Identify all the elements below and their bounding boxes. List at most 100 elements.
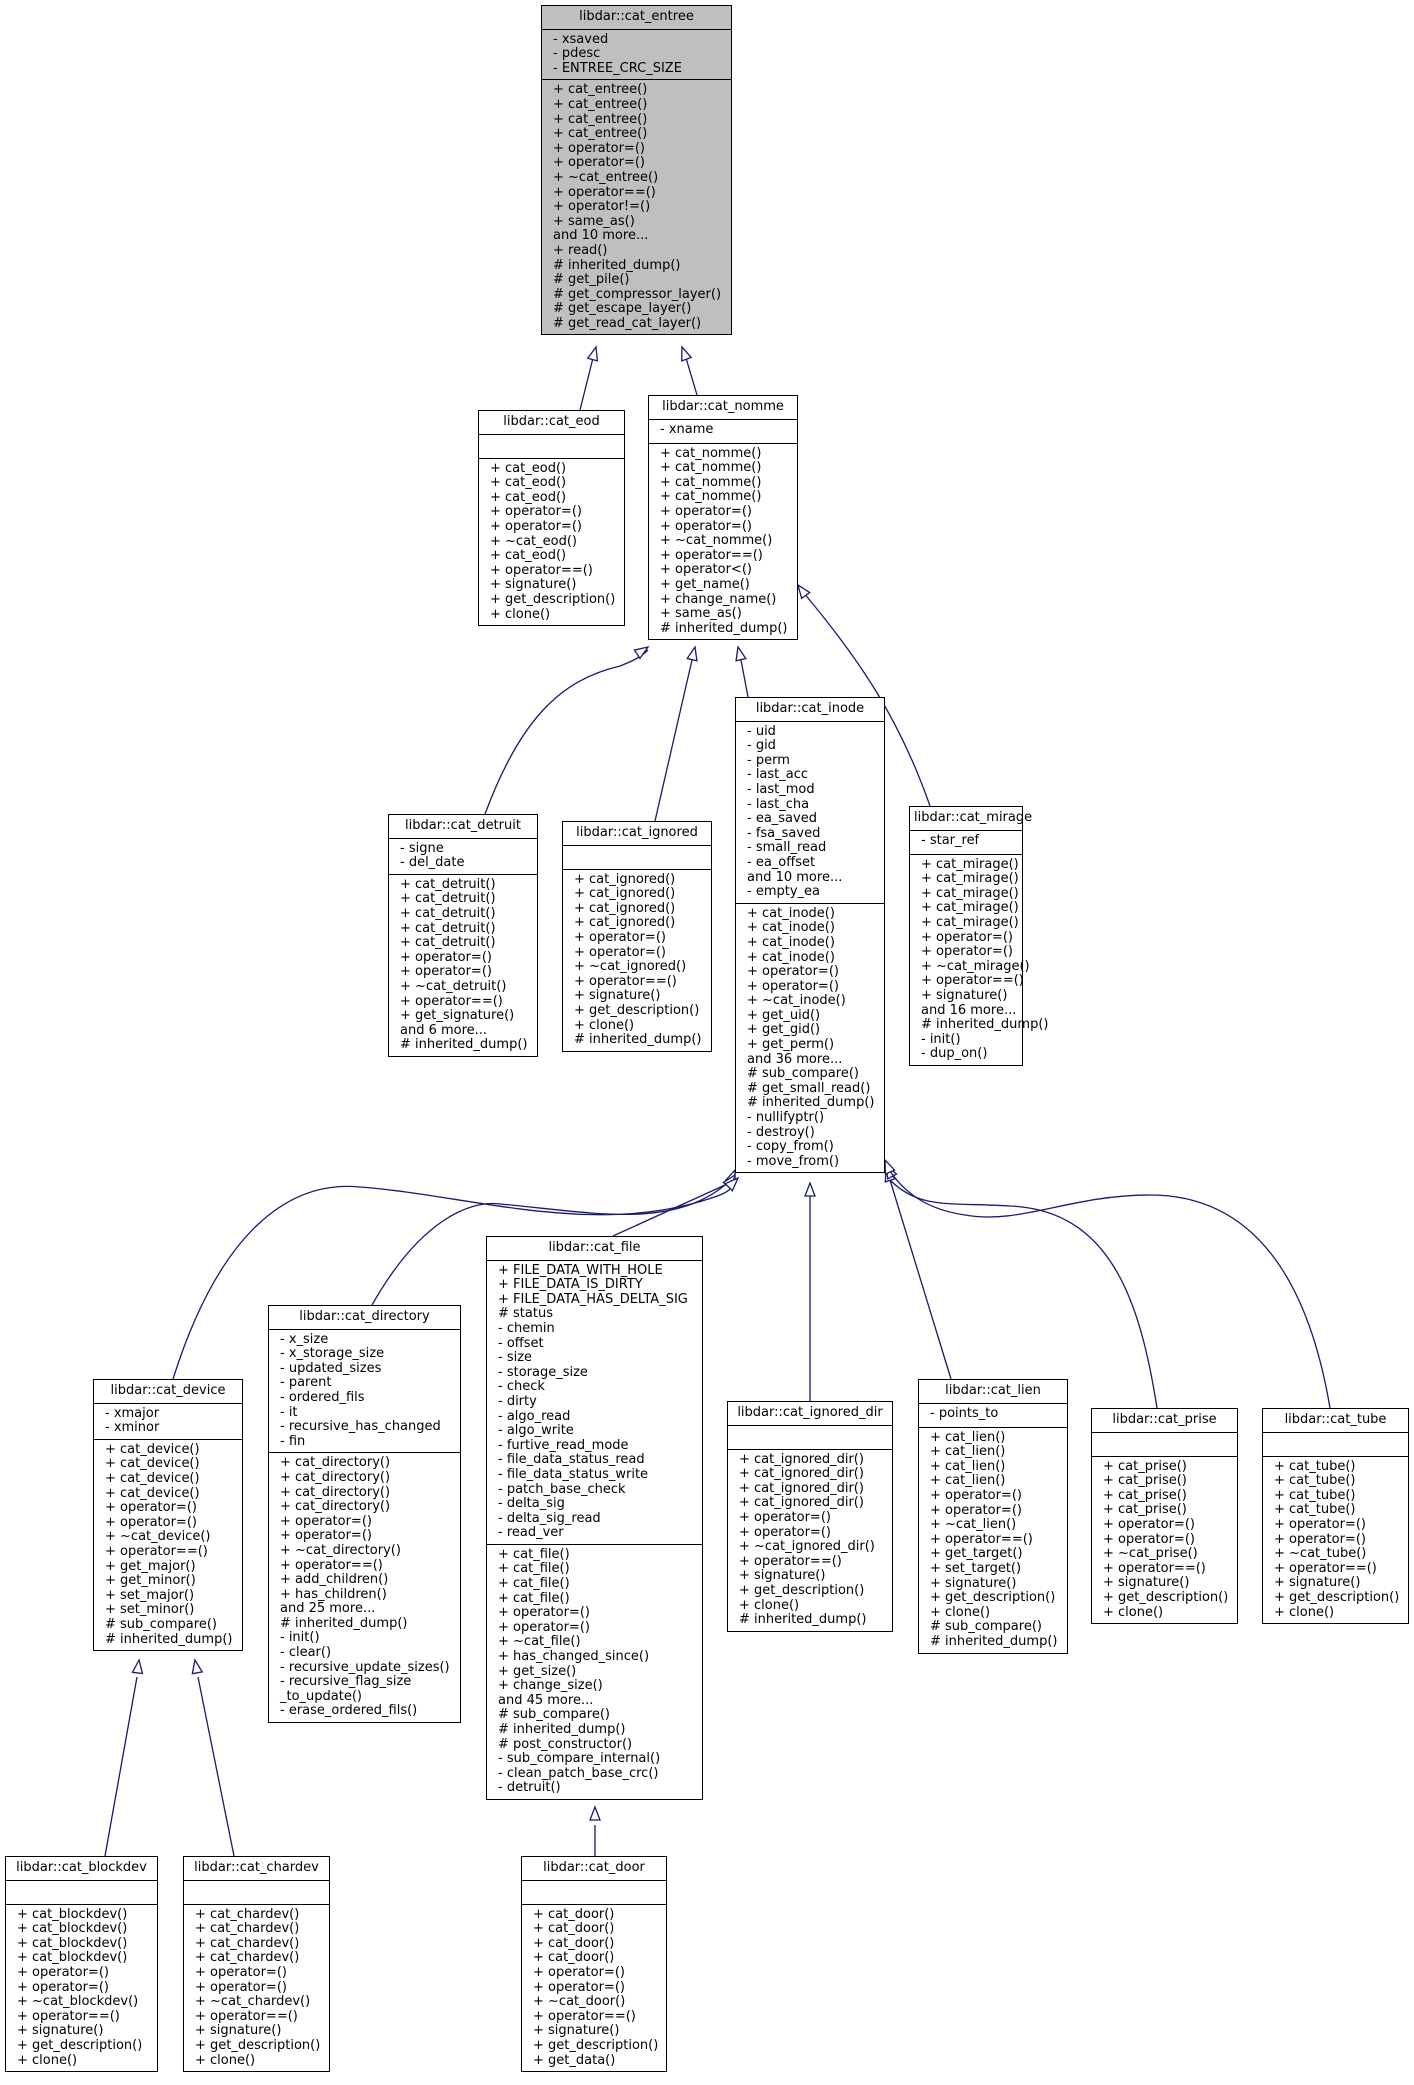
class-title[interactable]: libdar::cat_file <box>487 1237 702 1261</box>
method-item[interactable]: + get_size() <box>498 1664 696 1680</box>
method-item[interactable]: + same_as() <box>553 214 725 230</box>
method-item[interactable]: + operator=() <box>195 1965 323 1981</box>
method-item[interactable]: - clear() <box>280 1645 454 1661</box>
class-node-cat-blockdev[interactable]: libdar::cat_blockdev + cat_blockdev() + ca… <box>5 1856 158 2073</box>
attribute-item[interactable]: - last_cha <box>747 797 878 813</box>
method-item[interactable]: + clone() <box>930 1605 1061 1621</box>
attribute-item[interactable]: - storage_size <box>498 1365 696 1381</box>
attribute-item[interactable]: - dirty <box>498 1394 696 1410</box>
attribute-item[interactable]: + FILE_DATA_WITH_HOLE <box>498 1263 696 1279</box>
method-item[interactable]: + clone() <box>195 2053 323 2069</box>
class-node-cat-entree[interactable]: libdar::cat_entree - xsaved - pdesc - ENTRE… <box>541 5 732 336</box>
class-node-cat-detruit[interactable]: libdar::cat_detruit - signe - del_date + ca… <box>388 814 538 1057</box>
method-item[interactable]: - destroy() <box>747 1125 878 1141</box>
attribute-item[interactable]: - parent <box>280 1376 454 1391</box>
method-item[interactable]: + operator=() <box>498 1620 696 1636</box>
method-item[interactable]: + cat_directory() <box>280 1470 454 1486</box>
method-item[interactable]: + signature() <box>739 1569 886 1584</box>
method-item[interactable]: + change_size() <box>498 1679 696 1694</box>
attribute-item[interactable]: - xmajor <box>105 1406 236 1422</box>
class-node-cat-device[interactable]: libdar::cat_device - xmajor - xminor + cat_… <box>93 1379 243 1652</box>
method-item[interactable]: + cat_detruit() <box>400 906 531 922</box>
method-item[interactable]: + operator=() <box>280 1529 454 1544</box>
method-item[interactable]: + cat_tube() <box>1274 1503 1402 1518</box>
method-item[interactable]: + operator=() <box>1103 1532 1231 1548</box>
method-item[interactable]: - move_from() <box>747 1154 878 1170</box>
attribute-item[interactable]: - x_storage_size <box>280 1347 454 1362</box>
method-item[interactable]: + operator==() <box>930 1532 1061 1548</box>
attribute-item[interactable]: and 10 more... <box>747 870 878 886</box>
method-item[interactable]: + set_minor() <box>105 1603 236 1618</box>
attribute-item[interactable]: - empty_ea <box>747 885 878 900</box>
attribute-item[interactable]: - patch_base_check <box>498 1482 696 1498</box>
method-item[interactable]: + operator==() <box>400 994 531 1010</box>
method-item[interactable]: + operator==() <box>533 2009 660 2025</box>
method-item[interactable]: + cat_file() <box>498 1562 696 1577</box>
attribute-item[interactable]: - ea_offset <box>747 855 878 871</box>
method-item[interactable]: + cat_mirage() <box>921 901 1019 916</box>
method-item[interactable]: + get_description() <box>1103 1590 1231 1606</box>
method-item[interactable]: + cat_directory() <box>280 1500 454 1515</box>
class-title[interactable]: libdar::cat_directory <box>269 1306 460 1330</box>
method-item[interactable]: + cat_lien() <box>930 1430 1061 1446</box>
method-item[interactable]: - recursive_flag_size <box>280 1675 454 1690</box>
method-item[interactable]: + read() <box>553 243 725 259</box>
attribute-item[interactable]: - ENTREE_CRC_SIZE <box>553 61 725 77</box>
class-title[interactable]: libdar::cat_detruit <box>389 815 537 839</box>
method-item[interactable]: + get_description() <box>533 2038 660 2054</box>
method-item[interactable]: + ~cat_ignored() <box>574 960 705 975</box>
class-node-cat-tube[interactable]: libdar::cat_tube+ cat_tube() + cat_tube()… <box>1262 1408 1409 1625</box>
method-item[interactable]: + change_name() <box>660 592 791 608</box>
method-item[interactable]: + cat_prise() <box>1103 1459 1231 1475</box>
method-item[interactable]: + operator==() <box>553 185 725 201</box>
class-title[interactable]: libdar::cat_prise <box>1092 1409 1237 1433</box>
method-item[interactable]: + cat_chardev() <box>195 1922 323 1937</box>
method-item[interactable]: + signature() <box>195 2024 323 2039</box>
method-item[interactable]: # sub_compare() <box>498 1708 696 1723</box>
method-item[interactable]: + cat_blockdev() <box>17 1951 151 1966</box>
attribute-item[interactable]: - check <box>498 1380 696 1395</box>
method-item[interactable]: + signature() <box>533 2024 660 2039</box>
method-item[interactable]: # get_read_cat_layer() <box>553 316 725 332</box>
method-item[interactable]: + clone() <box>574 1018 705 1034</box>
attribute-item[interactable]: - uid <box>747 724 878 740</box>
attribute-item[interactable]: + FILE_DATA_IS_DIRTY <box>498 1278 696 1293</box>
method-item[interactable]: + operator=() <box>105 1501 236 1516</box>
method-item[interactable]: and 10 more... <box>553 229 725 244</box>
method-item[interactable]: + operator=() <box>490 505 618 520</box>
method-item[interactable]: # inherited_dump() <box>280 1616 454 1632</box>
method-item[interactable]: + cat_file() <box>498 1591 696 1607</box>
method-item[interactable]: + get_uid() <box>747 1008 878 1024</box>
method-item[interactable]: + cat_detruit() <box>400 892 531 907</box>
method-item[interactable]: + operator=() <box>1274 1532 1402 1548</box>
method-item[interactable]: + signature() <box>921 988 1016 1004</box>
method-item[interactable]: + signature() <box>1274 1576 1402 1591</box>
method-item[interactable]: + cat_door() <box>533 1907 660 1923</box>
method-item[interactable]: + operator=() <box>17 1965 151 1981</box>
method-item[interactable]: + ~cat_chardev() <box>195 1995 323 2010</box>
attribute-item[interactable]: - fin <box>280 1434 454 1450</box>
method-item[interactable]: and 36 more... <box>747 1052 878 1068</box>
method-item[interactable]: + cat_eod() <box>490 476 618 491</box>
method-item[interactable]: + cat_eod() <box>490 490 618 506</box>
attribute-item[interactable]: - read_ver <box>498 1526 696 1541</box>
method-item[interactable]: + operator=() <box>747 979 878 995</box>
method-item[interactable]: # sub_compare() <box>105 1617 236 1633</box>
method-item[interactable]: + operator=() <box>105 1515 236 1531</box>
method-item[interactable]: + cat_file() <box>498 1576 696 1592</box>
method-item[interactable]: - copy_from() <box>747 1140 878 1155</box>
method-item[interactable]: - init() <box>280 1631 454 1646</box>
class-title[interactable]: libdar::cat_chardev <box>184 1857 329 1881</box>
method-item[interactable]: # inherited_dump() <box>921 1018 1048 1033</box>
method-item[interactable]: + cat_tube() <box>1274 1488 1402 1504</box>
method-item[interactable]: + cat_prise() <box>1103 1474 1231 1489</box>
method-item[interactable]: # inherited_dump() <box>660 621 791 637</box>
method-item[interactable]: + operator=() <box>921 945 1016 960</box>
class-title[interactable]: libdar::cat_mirage <box>910 807 1032 831</box>
method-item[interactable]: + operator=() <box>930 1503 1061 1519</box>
class-title[interactable]: libdar::cat_tube <box>1263 1409 1408 1433</box>
method-item[interactable]: + operator==() <box>921 974 1024 989</box>
method-item[interactable]: - nullifyptr() <box>747 1110 878 1126</box>
method-item[interactable]: + get_description() <box>930 1591 1061 1606</box>
method-item[interactable]: + operator=() <box>553 156 725 171</box>
